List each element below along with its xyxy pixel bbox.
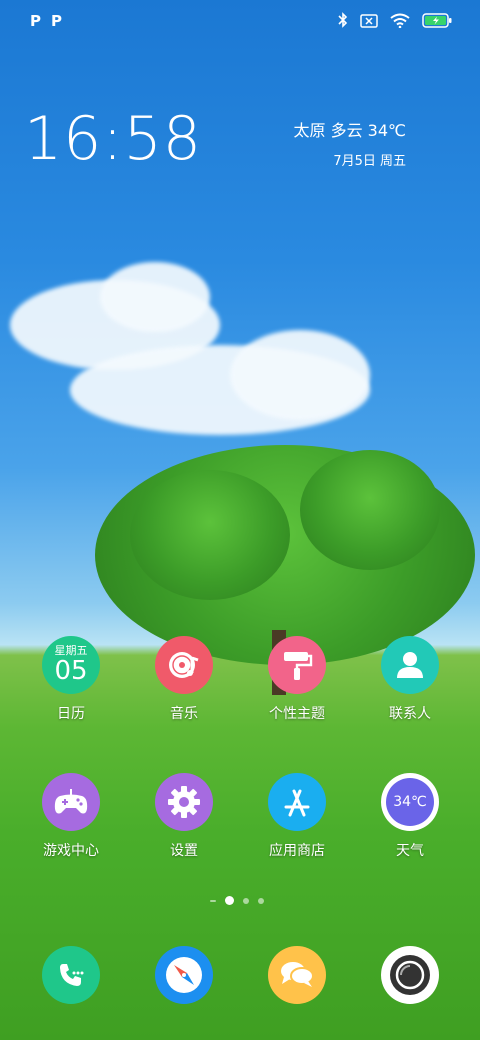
notification-p-icon: P: [30, 12, 41, 30]
page-dot: [210, 899, 216, 902]
app-label: 应用商店: [269, 843, 325, 859]
calendar-day: 05: [54, 656, 88, 686]
app-label: 天气: [396, 843, 424, 859]
app-label: 联系人: [389, 706, 431, 722]
page-dot-active: [225, 896, 234, 905]
app-themes[interactable]: 个性主题: [247, 636, 347, 723]
wifi-icon: [390, 13, 410, 32]
chat-bubbles-icon: [268, 946, 326, 1004]
page-indicator[interactable]: [210, 896, 264, 905]
dock-browser[interactable]: [134, 946, 234, 1004]
clock-time[interactable]: 16:58: [24, 104, 202, 174]
app-game-center[interactable]: 游戏中心: [21, 773, 121, 860]
person-icon: [381, 636, 439, 694]
app-label: 设置: [170, 843, 198, 859]
compass-icon: [155, 946, 213, 1004]
camera-icon: [381, 946, 439, 1004]
gamepad-icon: [42, 773, 100, 831]
app-settings[interactable]: 设置: [134, 773, 234, 860]
app-store[interactable]: 应用商店: [247, 773, 347, 860]
app-music[interactable]: 音乐: [134, 636, 234, 723]
dock-phone[interactable]: [21, 946, 121, 1004]
page-dot: [243, 897, 249, 904]
phone-icon: [42, 946, 100, 1004]
paint-roller-icon: [268, 636, 326, 694]
app-calendar[interactable]: 星期五 05 日历: [21, 636, 121, 723]
app-label: 游戏中心: [43, 843, 99, 859]
dock-camera[interactable]: [360, 946, 460, 1004]
bluetooth-icon: [338, 12, 348, 32]
page-dot: [258, 897, 264, 904]
battery-charging-icon: [422, 12, 452, 32]
app-label: 音乐: [170, 706, 198, 722]
weather-icon: 34℃: [381, 773, 439, 831]
status-bar: P P: [0, 0, 480, 44]
app-weather[interactable]: 34℃ 天气: [360, 773, 460, 860]
music-disc-icon: [155, 636, 213, 694]
app-label: 日历: [57, 706, 85, 722]
date-label[interactable]: 7月5日 周五: [333, 150, 406, 169]
sim-off-icon: [360, 13, 378, 32]
gear-icon: [155, 773, 213, 831]
app-store-a-icon: [268, 773, 326, 831]
weather-summary[interactable]: 太原 多云 34℃: [293, 117, 406, 141]
app-label: 个性主题: [269, 706, 325, 722]
calendar-icon: 星期五 05: [42, 636, 100, 694]
notification-p-icon: P: [51, 12, 62, 30]
weather-temp: 34℃: [386, 778, 434, 826]
dock-messages[interactable]: [247, 946, 347, 1004]
app-contacts[interactable]: 联系人: [360, 636, 460, 723]
